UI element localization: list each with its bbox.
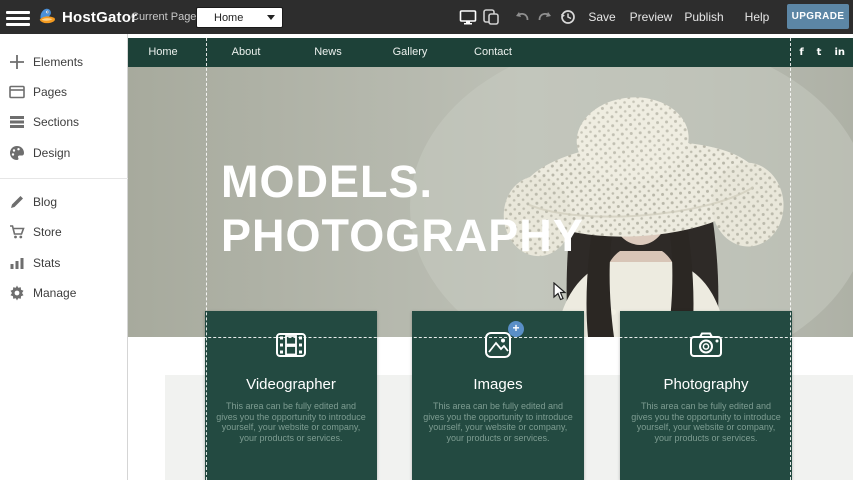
linkedin-icon[interactable]: in — [834, 47, 845, 58]
sections-icon — [8, 113, 26, 131]
sidebar-item-stats[interactable]: Stats — [0, 250, 128, 276]
page-select-dropdown[interactable]: Home — [196, 7, 283, 28]
sidebar-item-manage[interactable]: Manage — [0, 280, 128, 306]
hero-title-line1: MODELS. — [221, 155, 584, 209]
site-nav-gallery[interactable]: Gallery — [393, 38, 428, 67]
twitter-icon[interactable]: t — [817, 47, 822, 58]
preview-button[interactable]: Preview — [630, 10, 673, 24]
palette-icon — [8, 144, 26, 162]
card-body: This area can be fully edited and gives … — [422, 401, 574, 443]
sidebar-item-label: Manage — [33, 286, 76, 300]
sidebar-item-pages[interactable]: Pages — [0, 79, 128, 105]
chevron-down-icon — [267, 15, 275, 20]
sidebar-item-label: Pages — [33, 85, 67, 99]
card-title: Photography — [620, 376, 792, 393]
site-nav-contact[interactable]: Contact — [474, 38, 512, 67]
sidebar-item-elements[interactable]: Elements — [0, 49, 128, 75]
hero-title-line2: PHOTOGRAPHY — [221, 209, 584, 263]
brand-name: HostGator — [62, 9, 137, 26]
facebook-icon[interactable]: f — [799, 47, 803, 58]
save-button[interactable]: Save — [588, 10, 615, 24]
current-page-label: Current Page: — [131, 11, 199, 23]
sidebar-item-label: Design — [33, 146, 70, 160]
gear-icon — [8, 284, 26, 302]
card-title: Images — [412, 376, 584, 393]
sidebar-item-label: Store — [33, 225, 62, 239]
camera-icon — [687, 328, 725, 362]
section-boundary-guide — [128, 337, 853, 338]
content-guide-left — [206, 38, 207, 480]
gator-icon — [36, 6, 58, 28]
top-toolbar: HostGator Current Page: Home — [0, 0, 853, 34]
content-guide-right — [790, 38, 791, 480]
history-icon[interactable] — [559, 8, 577, 26]
pages-icon — [8, 83, 26, 101]
page-select-value: Home — [197, 12, 267, 24]
site-nav-about[interactable]: About — [232, 38, 261, 67]
publish-button[interactable]: Publish — [684, 10, 723, 24]
hamburger-icon[interactable] — [6, 8, 30, 26]
site-nav-home[interactable]: Home — [148, 38, 177, 67]
sidebar-item-blog[interactable]: Blog — [0, 189, 128, 215]
mouse-cursor — [553, 282, 567, 302]
hostgator-logo: HostGator — [36, 5, 137, 29]
cart-icon — [8, 223, 26, 241]
upgrade-button[interactable]: UPGRADE — [787, 4, 849, 29]
site-preview: Home About News Gallery Contact f t in — [128, 34, 853, 480]
sidebar-item-label: Stats — [33, 256, 60, 270]
builder-sidebar: Elements Pages Sections Desig — [0, 34, 128, 480]
film-icon — [274, 328, 308, 362]
plus-icon — [8, 53, 26, 71]
site-navbar[interactable]: Home About News Gallery Contact f t in — [128, 38, 853, 67]
sidebar-item-design[interactable]: Design — [0, 140, 128, 166]
mobile-preview-icon[interactable] — [482, 8, 500, 26]
card-body: This area can be fully edited and gives … — [630, 401, 782, 443]
sidebar-item-label: Elements — [33, 55, 83, 69]
hero-section[interactable]: MODELS. PHOTOGRAPHY — [128, 67, 853, 337]
add-image-badge-icon[interactable]: + — [508, 321, 524, 337]
desktop-preview-icon[interactable] — [459, 8, 477, 26]
help-button[interactable]: Help — [745, 10, 770, 24]
builder-window: HostGator Current Page: Home — [0, 0, 853, 480]
card-body: This area can be fully edited and gives … — [215, 401, 367, 443]
sidebar-item-store[interactable]: Store — [0, 219, 128, 245]
hero-title[interactable]: MODELS. PHOTOGRAPHY — [221, 155, 584, 263]
social-links: f t in — [799, 38, 847, 67]
sidebar-item-label: Blog — [33, 195, 57, 209]
card-title: Videographer — [205, 376, 377, 393]
undo-icon[interactable] — [513, 8, 531, 26]
sidebar-divider — [0, 178, 128, 179]
site-nav-news[interactable]: News — [314, 38, 342, 67]
stats-icon — [8, 254, 26, 272]
sidebar-item-label: Sections — [33, 115, 79, 129]
sidebar-item-sections[interactable]: Sections — [0, 109, 128, 135]
pencil-icon — [8, 193, 26, 211]
redo-icon[interactable] — [536, 8, 554, 26]
